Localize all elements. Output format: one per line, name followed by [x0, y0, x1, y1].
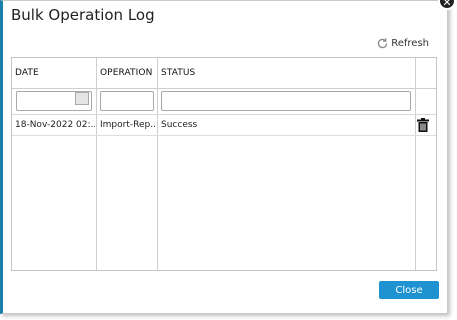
close-icon[interactable]: ✕: [438, 0, 456, 10]
operation-log-grid: DATE OPERATION STATUS 18-Nov-2022 02:...…: [11, 57, 437, 271]
column-header-status[interactable]: STATUS: [158, 58, 411, 88]
row-operation: Import-Rep...: [100, 120, 157, 130]
filter-row: [12, 88, 436, 115]
grid-header: DATE OPERATION STATUS: [12, 58, 436, 89]
refresh-button[interactable]: Refresh: [376, 37, 429, 50]
row-date: 18-Nov-2022 02:...: [15, 120, 95, 130]
dialog-title: Bulk Operation Log: [11, 6, 155, 24]
trash-icon[interactable]: [417, 118, 429, 132]
refresh-icon: [378, 38, 388, 49]
column-header-operation[interactable]: OPERATION: [97, 58, 158, 88]
table-row[interactable]: 18-Nov-2022 02:... Import-Rep... Success: [12, 115, 436, 136]
operation-filter-input[interactable]: [100, 91, 154, 111]
close-button[interactable]: Close: [379, 281, 439, 299]
column-header-date[interactable]: DATE: [12, 58, 97, 88]
row-status: Success: [161, 120, 198, 130]
bulk-operation-log-dialog: Bulk Operation Log ✕ Refresh DATE OPERAT…: [0, 0, 456, 314]
calendar-icon[interactable]: [75, 92, 89, 105]
status-filter-input[interactable]: [161, 91, 411, 111]
refresh-label: Refresh: [391, 38, 429, 49]
